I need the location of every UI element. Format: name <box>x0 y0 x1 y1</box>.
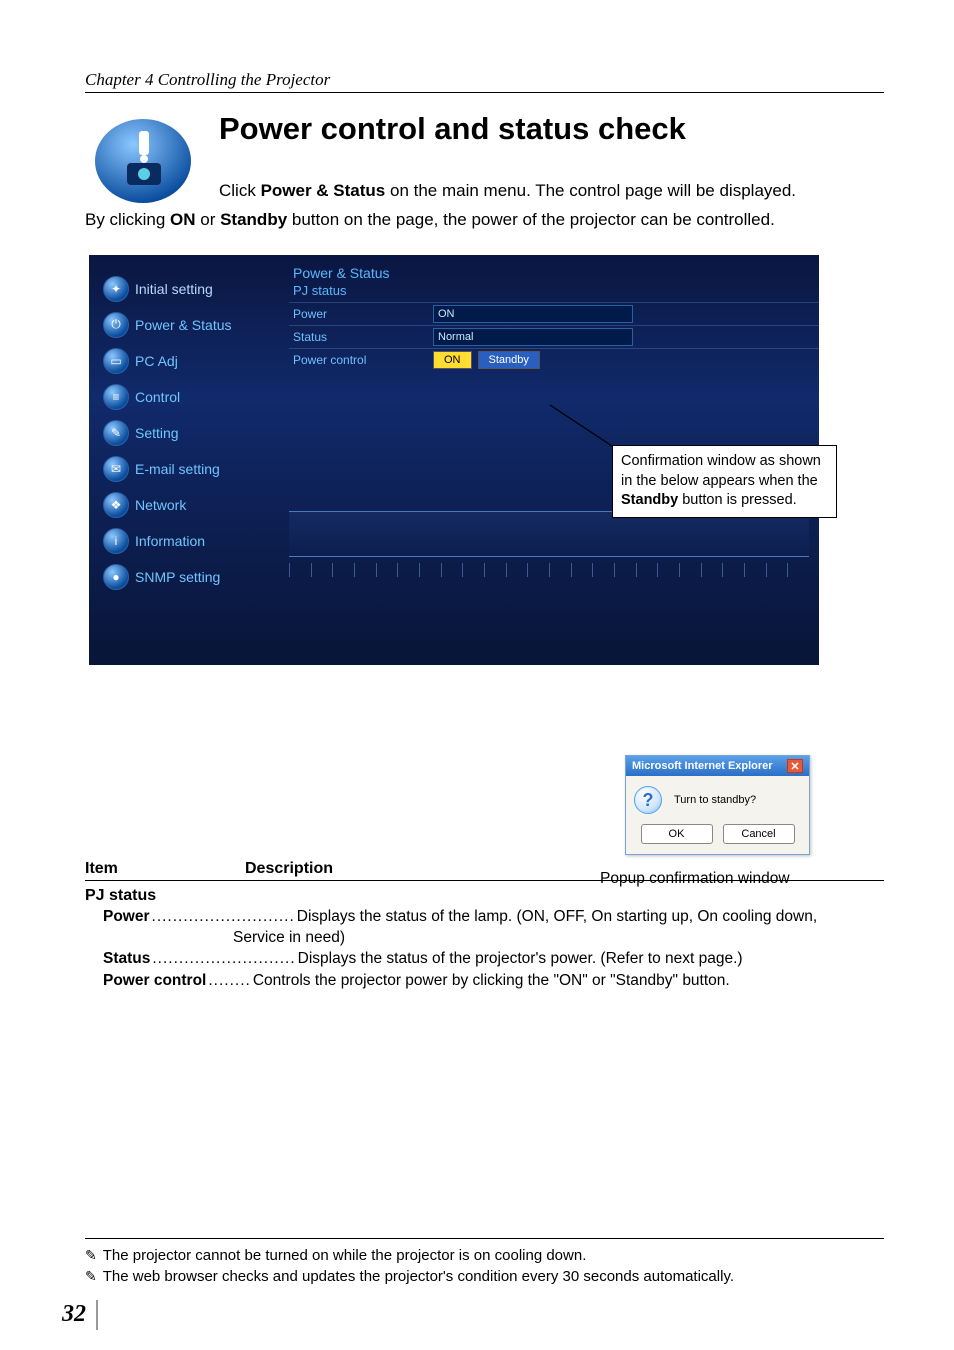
label-power-control: Power control <box>293 353 433 367</box>
footer: ✎ The projector cannot be turned on whil… <box>85 1238 884 1289</box>
monitor-icon: ▭ <box>103 348 129 374</box>
row-power-control: Power control ON Standby <box>289 348 819 371</box>
sidebar-item-control[interactable]: ≡Control <box>99 381 279 413</box>
page-title: Power control and status check <box>219 111 884 147</box>
sidebar: ✦Initial setting ⏻Power & Status ▭PC Adj… <box>99 273 279 597</box>
panel-subtitle: PJ status <box>293 283 819 298</box>
row-status: Status Normal <box>289 325 819 348</box>
footnote-2: ✎ The web browser checks and updates the… <box>85 1266 884 1288</box>
sidebar-item-email-setting[interactable]: ✉E-mail setting <box>99 453 279 485</box>
row-power-control-desc: Power control ........ Controls the proj… <box>85 970 884 991</box>
row-power: Power ON <box>289 302 819 325</box>
col-description: Description <box>245 860 333 878</box>
row-power-desc-cont: Service in need) <box>85 927 884 948</box>
intro-paragraph-2: By clicking ON or Standby button on the … <box>85 208 884 233</box>
snmp-icon: ● <box>103 564 129 590</box>
chapter-header: Chapter 4 Controlling the Projector <box>85 70 884 93</box>
sliders-icon: ≡ <box>103 384 129 410</box>
page-number-divider <box>96 1300 98 1330</box>
standby-button[interactable]: Standby <box>478 351 540 369</box>
globe-icon: ❖ <box>103 492 129 518</box>
cancel-button[interactable]: Cancel <box>723 824 795 844</box>
note-icon: ✎ <box>85 1266 97 1288</box>
sidebar-item-information[interactable]: iInformation <box>99 525 279 557</box>
panel-title: Power & Status <box>293 265 819 281</box>
popup-message: Turn to standby? <box>674 794 756 806</box>
label-status: Status <box>293 330 433 344</box>
value-power: ON <box>433 305 633 323</box>
info-icon: i <box>103 528 129 554</box>
value-status: Normal <box>433 328 633 346</box>
popup-caption: Popup confirmation window <box>600 870 790 888</box>
sidebar-item-pc-adj[interactable]: ▭PC Adj <box>99 345 279 377</box>
sidebar-item-initial-setting[interactable]: ✦Initial setting <box>99 273 279 305</box>
page-number: 32 <box>62 1301 86 1328</box>
intro-paragraph-1: Click Power & Status on the main menu. T… <box>219 179 884 204</box>
label-power: Power <box>293 307 433 321</box>
question-icon: ? <box>634 786 662 814</box>
power-icon: ⏻ <box>103 312 129 338</box>
row-power-desc: Power ........................... Displa… <box>85 906 884 927</box>
wrench-icon: ✎ <box>103 420 129 446</box>
sidebar-item-setting[interactable]: ✎Setting <box>99 417 279 449</box>
confirmation-popup: Microsoft Internet Explorer ✕ ? Turn to … <box>625 755 810 855</box>
footnote-1: ✎ The projector cannot be turned on whil… <box>85 1245 884 1267</box>
callout-box: Confirmation window as shown in the belo… <box>612 445 837 518</box>
col-item: Item <box>85 860 245 878</box>
on-button[interactable]: ON <box>433 351 472 369</box>
section-hero-icon <box>85 111 195 206</box>
gear-icon: ✦ <box>103 276 129 302</box>
popup-titlebar: Microsoft Internet Explorer ✕ <box>626 756 809 776</box>
row-section-pj-status: PJ status <box>85 887 884 905</box>
sidebar-item-snmp-setting[interactable]: ●SNMP setting <box>99 561 279 593</box>
sidebar-item-network[interactable]: ❖Network <box>99 489 279 521</box>
note-icon: ✎ <box>85 1245 97 1267</box>
envelope-icon: ✉ <box>103 456 129 482</box>
content-panel: Power & Status PJ status Power ON Status… <box>289 265 819 371</box>
sidebar-item-power-status[interactable]: ⏻Power & Status <box>99 309 279 341</box>
chart-ticks <box>289 563 809 577</box>
close-icon[interactable]: ✕ <box>787 759 803 773</box>
ok-button[interactable]: OK <box>641 824 713 844</box>
row-status-desc: Status ........................... Displ… <box>85 948 884 969</box>
